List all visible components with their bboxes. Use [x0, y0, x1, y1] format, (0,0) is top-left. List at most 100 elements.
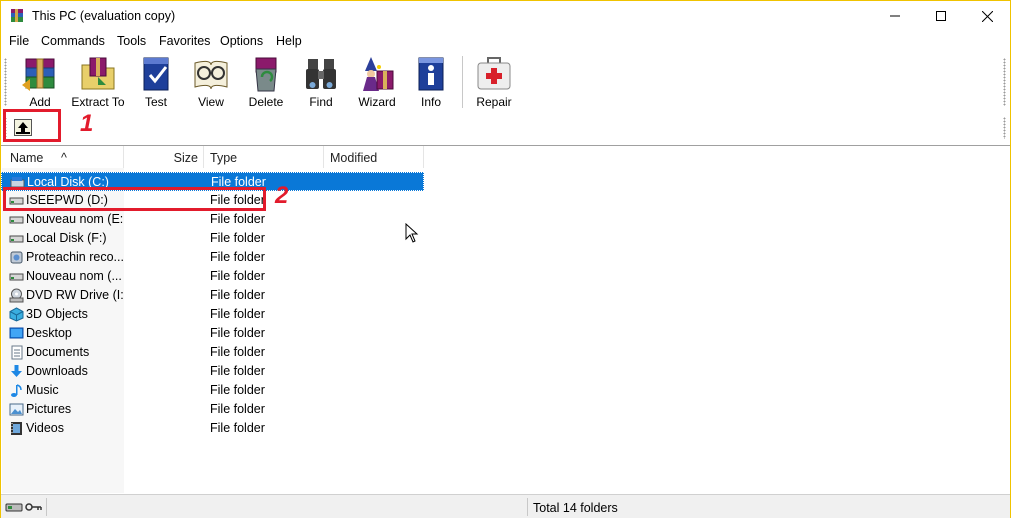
item-type: File folder — [210, 402, 265, 416]
test-icon — [143, 57, 169, 91]
winrar-app-icon[interactable] — [9, 8, 25, 24]
item-name: Local Disk (F:) — [26, 231, 107, 245]
list-item[interactable]: Desktop File folder — [1, 324, 424, 343]
item-name: Proteachin reco... — [26, 250, 123, 264]
music-icon — [11, 384, 22, 397]
column-modified-label: Modified — [330, 151, 378, 165]
list-item[interactable]: Proteachin reco... File folder — [1, 248, 424, 267]
menu-favorites[interactable]: Favorites — [159, 34, 210, 48]
add-button[interactable]: Add — [11, 54, 69, 110]
close-icon — [981, 10, 993, 22]
pictures-icon — [9, 403, 24, 416]
status-text: Total 14 folders — [533, 501, 618, 515]
column-type-label: Type — [210, 151, 238, 165]
wizard-icon — [363, 57, 394, 91]
column-header-size[interactable]: Size — [124, 146, 204, 168]
item-name: Nouveau nom (... — [26, 269, 122, 283]
find-binoculars-icon — [306, 59, 336, 89]
maximize-button[interactable] — [918, 1, 964, 31]
repair-label: Repair — [476, 95, 512, 109]
view-button[interactable]: View — [182, 54, 240, 110]
annotation-number-1: 1 — [80, 110, 94, 137]
item-type: File folder — [210, 345, 265, 359]
menu-options[interactable]: Options — [220, 34, 263, 48]
wizard-button[interactable]: Wizard — [348, 54, 406, 110]
list-item[interactable]: Nouveau nom (E:) File folder — [1, 210, 424, 229]
add-label: Add — [29, 95, 51, 109]
maximize-icon — [936, 11, 946, 21]
toolbar: Add Extract To Test View Delete Find Wiz… — [1, 52, 1010, 112]
drive-key-icon[interactable] — [5, 500, 43, 514]
item-type: File folder — [210, 231, 265, 245]
add-archive-icon — [22, 58, 55, 91]
column-name-label: Name — [10, 151, 44, 165]
list-item[interactable]: Nouveau nom (... File folder — [1, 267, 424, 286]
address-bar — [1, 112, 1010, 144]
close-button[interactable] — [964, 1, 1010, 31]
menu-bar: File Commands Tools Favorites Options He… — [1, 32, 1010, 52]
documents-icon — [11, 345, 23, 360]
item-type: File folder — [210, 212, 265, 226]
address-right-grip[interactable] — [1003, 117, 1006, 139]
repair-button[interactable]: Repair — [465, 54, 523, 110]
column-header-name[interactable]: Name ^ — [1, 146, 124, 168]
column-header-modified[interactable]: Modified — [324, 146, 424, 168]
mouse-cursor-icon — [405, 223, 419, 243]
item-type: File folder — [210, 383, 265, 397]
item-type: File folder — [210, 307, 265, 321]
toolbar-grip[interactable] — [4, 58, 7, 106]
info-button[interactable]: Info — [402, 54, 460, 110]
test-button[interactable]: Test — [127, 54, 185, 110]
list-item[interactable]: Pictures File folder — [1, 400, 424, 419]
status-bar: Total 14 folders — [1, 494, 1010, 518]
extract-to-button[interactable]: Extract To — [69, 54, 127, 110]
item-type: File folder — [210, 326, 265, 340]
info-icon — [418, 57, 444, 91]
list-item[interactable]: Documents File folder — [1, 343, 424, 362]
find-label: Find — [309, 95, 333, 109]
list-item[interactable]: 3D Objects File folder — [1, 305, 424, 324]
repair-first-aid-icon — [477, 57, 511, 90]
list-item[interactable]: DVD RW Drive (I:) File folder — [1, 286, 424, 305]
item-name: Desktop — [26, 326, 72, 340]
list-item[interactable]: Music File folder — [1, 381, 424, 400]
dvd-drive-icon — [9, 288, 24, 303]
delete-icon — [255, 57, 277, 92]
item-name: Documents — [26, 345, 90, 359]
menu-file[interactable]: File — [9, 34, 29, 48]
status-separator — [46, 498, 47, 516]
recovery-drive-icon — [10, 251, 23, 264]
find-button[interactable]: Find — [292, 54, 350, 110]
downloads-icon — [11, 365, 22, 377]
title-bar: This PC (evaluation copy) — [1, 1, 1010, 31]
3d-objects-icon — [9, 307, 24, 322]
list-item[interactable]: Downloads File folder — [1, 362, 424, 381]
toolbar-right-grip[interactable] — [1003, 58, 1006, 106]
winrar-window: This PC (evaluation copy) File Commands … — [0, 0, 1011, 518]
column-size-label: Size — [173, 151, 198, 165]
desktop-icon — [9, 327, 24, 339]
column-header-type[interactable]: Type — [204, 146, 324, 168]
item-type: File folder — [210, 269, 265, 283]
wizard-label: Wizard — [358, 95, 396, 109]
delete-button[interactable]: Delete — [237, 54, 295, 110]
menu-tools[interactable]: Tools — [117, 34, 146, 48]
delete-label: Delete — [248, 95, 284, 109]
info-label: Info — [420, 95, 441, 109]
sort-up-icon: ^ — [61, 151, 67, 165]
list-item[interactable]: Local Disk (F:) File folder — [1, 229, 424, 248]
test-label: Test — [144, 95, 167, 109]
drive-icon — [9, 216, 24, 224]
minimize-button[interactable] — [872, 1, 918, 31]
item-name: Videos — [26, 421, 64, 435]
drive-icon — [9, 273, 24, 281]
item-name: Downloads — [26, 364, 88, 378]
list-item[interactable]: Videos File folder — [1, 419, 424, 438]
menu-commands[interactable]: Commands — [41, 34, 105, 48]
list-header: Name ^ Size Type Modified — [1, 146, 1010, 168]
item-name: DVD RW Drive (I:) — [26, 288, 123, 302]
extract-to-icon — [81, 57, 115, 90]
menu-help[interactable]: Help — [276, 34, 302, 48]
annotation-box-1 — [3, 109, 61, 142]
videos-icon — [11, 422, 22, 435]
